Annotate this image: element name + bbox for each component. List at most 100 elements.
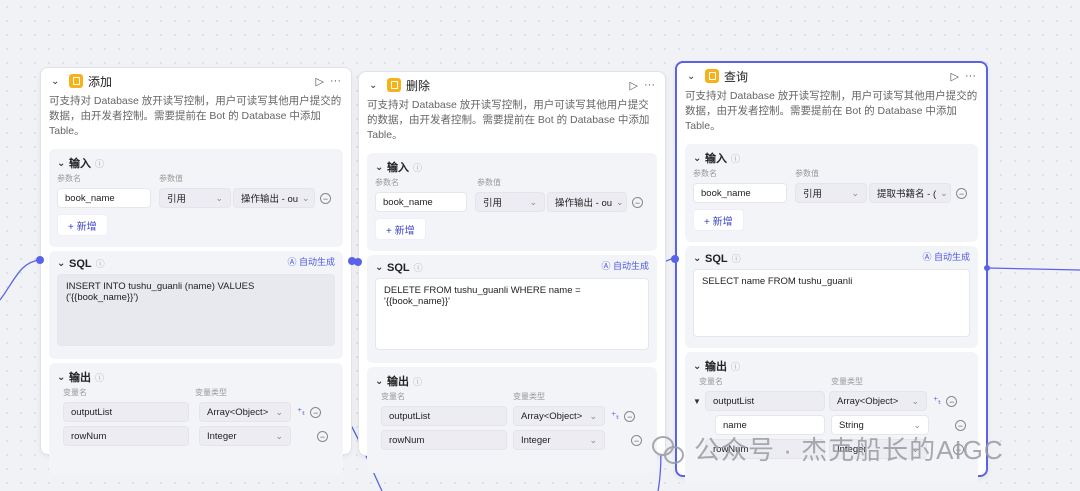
remove-icon[interactable]: −: [946, 395, 958, 407]
col-param-name: 参数名: [693, 169, 717, 178]
param-name-input[interactable]: book_name: [57, 188, 151, 208]
output-name[interactable]: outputList: [381, 406, 507, 426]
col-param-value: 参数值: [477, 178, 501, 187]
input-title: 输入: [387, 162, 409, 174]
sql-editor[interactable]: SELECT name FROM tushu_guanli: [693, 269, 970, 337]
input-port[interactable]: [354, 258, 362, 266]
output-type-select[interactable]: Array<Object> ⌄: [513, 406, 605, 426]
sql-section: ⌄ SQL ⓘ Ⓐ 自动生成 SELECT name FROM tushu_guan…: [685, 246, 978, 348]
param-name-input[interactable]: book_name: [375, 192, 467, 212]
input-port[interactable]: [36, 256, 44, 264]
chevron-down-icon: ⌄: [913, 419, 921, 430]
remove-icon[interactable]: −: [624, 410, 636, 422]
node-description: 可支持对 Database 放开读写控制，用户可读写其他用户提交的数据，由开发者…: [367, 99, 650, 141]
output-name[interactable]: outputList: [63, 402, 189, 422]
remove-icon[interactable]: −: [632, 196, 643, 208]
add-child-icon[interactable]: ⁺ₜ: [297, 407, 305, 418]
chevron-down-icon[interactable]: ⌄: [375, 162, 387, 173]
node-title[interactable]: 查询: [724, 68, 945, 85]
param-type-value: 引用: [803, 189, 823, 200]
output-name[interactable]: rowNum: [63, 426, 189, 446]
node-delete[interactable]: ⌄ 删除 ▷ ··· 可支持对 Database 放开读写控制，用户可读写其他用…: [358, 71, 666, 473]
output-type-value: Array<Object>: [207, 406, 269, 418]
output-row: outputList Array<Object> ⌄ ⁺ₜ −: [375, 406, 649, 426]
expand-arrow-icon[interactable]: ▼: [693, 397, 705, 406]
add-param-button[interactable]: + 新增: [375, 218, 426, 240]
input-title: 输入: [705, 153, 727, 165]
collapse-chevron-icon[interactable]: ⌄: [51, 76, 65, 87]
add-child-icon[interactable]: ⁺ₜ: [611, 411, 619, 422]
col-var-type: 变量类型: [195, 388, 227, 397]
output-row: outputList Array<Object> ⌄ ⁺ₜ −: [57, 402, 335, 422]
run-icon[interactable]: ▷: [951, 70, 959, 83]
node-title[interactable]: 添加: [88, 73, 310, 90]
remove-icon[interactable]: −: [955, 419, 966, 431]
param-type-select[interactable]: 引用 ⌄: [159, 188, 231, 208]
input-port[interactable]: [671, 255, 679, 263]
param-type-value: 引用: [483, 198, 503, 209]
run-icon[interactable]: ▷: [630, 79, 638, 92]
sql-section: ⌄ SQL ⓘ Ⓐ 自动生成 INSERT INTO tushu_guanli (n…: [49, 251, 343, 359]
output-name[interactable]: rowNum: [381, 430, 507, 450]
info-icon: ⓘ: [731, 361, 741, 372]
chevron-down-icon[interactable]: ⌄: [375, 376, 387, 387]
col-var-type: 变量类型: [831, 377, 863, 386]
remove-icon[interactable]: −: [320, 192, 331, 204]
sql-editor[interactable]: INSERT INTO tushu_guanli (name) VALUES (…: [57, 274, 335, 346]
sql-title: SQL: [69, 257, 92, 270]
collapse-chevron-icon[interactable]: ⌄: [369, 80, 383, 91]
remove-icon[interactable]: −: [631, 434, 642, 446]
col-param-name: 参数名: [375, 178, 399, 187]
collapse-chevron-icon[interactable]: ⌄: [687, 71, 701, 82]
chevron-down-icon[interactable]: ⌄: [693, 361, 705, 372]
chevron-down-icon: ⌄: [589, 410, 597, 421]
output-type-select[interactable]: Array<Object> ⌄: [829, 391, 927, 411]
watermark: 公众号 · 杰克船长的AIGC: [652, 430, 1004, 467]
param-ref-select[interactable]: 操作输出 - ou ⌄: [547, 192, 627, 212]
add-param-button[interactable]: + 新增: [57, 214, 108, 236]
more-icon[interactable]: ···: [330, 75, 341, 87]
param-type-select[interactable]: 引用 ⌄: [475, 192, 545, 212]
more-icon[interactable]: ···: [965, 70, 976, 82]
node-query[interactable]: ⌄ 查询 ▷ ··· 可支持对 Database 放开读写控制，用户可读写其他用…: [675, 61, 988, 484]
remove-icon[interactable]: −: [956, 187, 967, 199]
col-param-name: 参数名: [57, 174, 81, 183]
remove-icon[interactable]: −: [310, 406, 322, 418]
chevron-down-icon[interactable]: ⌄: [57, 158, 69, 169]
param-ref-select[interactable]: 操作输出 - ou ⌄: [233, 188, 315, 208]
col-param-value: 参数值: [159, 174, 183, 183]
param-name-input[interactable]: book_name: [693, 183, 787, 203]
sql-editor[interactable]: DELETE FROM tushu_guanli WHERE name = '{…: [375, 278, 649, 350]
auto-generate-button[interactable]: Ⓐ 自动生成: [922, 250, 970, 263]
param-ref-select[interactable]: 提取书籍名 - (⌄: [869, 183, 951, 203]
chevron-down-icon[interactable]: ⌄: [693, 153, 705, 164]
node-add[interactable]: ⌄ 添加 ▷ ··· 可支持对 Database 放开读写控制，用户可读写其他用…: [40, 67, 352, 475]
add-child-icon[interactable]: ⁺ₜ: [933, 396, 941, 407]
auto-generate-label: 自动生成: [298, 257, 335, 267]
remove-icon[interactable]: −: [317, 430, 328, 442]
output-type-select[interactable]: Array<Object> ⌄: [199, 402, 291, 422]
node-title[interactable]: 删除: [406, 77, 624, 94]
param-type-value: 引用: [167, 194, 187, 205]
watermark-text: 公众号 · 杰克船长的AIGC: [694, 435, 1004, 465]
add-param-button[interactable]: + 新增: [693, 209, 744, 231]
param-type-select[interactable]: 引用 ⌄: [795, 183, 867, 203]
output-name[interactable]: outputList: [705, 391, 825, 411]
run-icon[interactable]: ▷: [316, 75, 324, 88]
output-type-select[interactable]: Integer ⌄: [199, 426, 291, 446]
more-icon[interactable]: ···: [644, 79, 655, 91]
param-ref-value: 操作输出 - ou: [555, 198, 613, 209]
chevron-down-icon[interactable]: ⌄: [57, 372, 69, 383]
chevron-down-icon[interactable]: ⌄: [375, 262, 387, 273]
chevron-down-icon[interactable]: ⌄: [57, 258, 69, 269]
chevron-down-icon[interactable]: ⌄: [693, 253, 705, 264]
auto-generate-label: 自动生成: [933, 252, 970, 262]
input-title: 输入: [69, 158, 91, 170]
output-type-select[interactable]: Integer ⌄: [513, 430, 605, 450]
output-port[interactable]: [984, 265, 990, 271]
output-type-value: Array<Object>: [837, 395, 899, 407]
auto-generate-button[interactable]: Ⓐ 自动生成: [287, 255, 335, 268]
auto-generate-button[interactable]: Ⓐ 自动生成: [601, 259, 649, 272]
node-description: 可支持对 Database 放开读写控制，用户可读写其他用户提交的数据，由开发者…: [49, 95, 342, 137]
database-icon: [387, 78, 401, 92]
